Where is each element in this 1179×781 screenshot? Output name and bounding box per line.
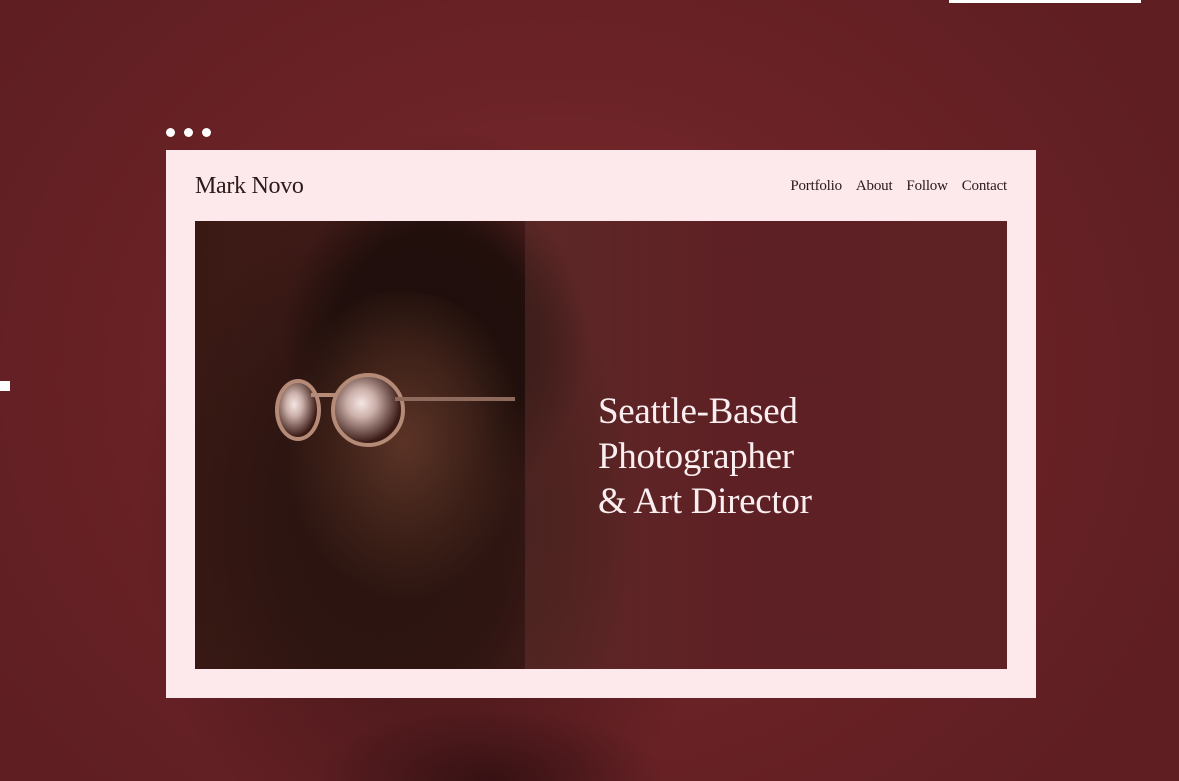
sunglasses-graphic bbox=[275, 369, 515, 447]
left-marker bbox=[0, 381, 10, 391]
window-dot bbox=[166, 128, 175, 137]
top-accent-bar bbox=[949, 0, 1141, 3]
headline-line-1: Seattle-Based bbox=[598, 391, 798, 432]
site-nav: Portfolio About Follow Contact bbox=[790, 178, 1007, 195]
window-dot bbox=[202, 128, 211, 137]
nav-portfolio[interactable]: Portfolio bbox=[790, 178, 842, 195]
nav-follow[interactable]: Follow bbox=[906, 178, 948, 195]
headline-line-3: & Art Director bbox=[598, 481, 812, 522]
hero-headline: Seattle-Based Photographer & Art Directo… bbox=[598, 389, 812, 524]
website-mockup-window: Mark Novo Portfolio About Follow Contact… bbox=[166, 150, 1036, 698]
headline-line-2: Photographer bbox=[598, 436, 794, 477]
window-dot bbox=[184, 128, 193, 137]
background-shoulder-shadow bbox=[280, 690, 700, 781]
hero-image: Seattle-Based Photographer & Art Directo… bbox=[195, 221, 1007, 669]
window-dots bbox=[166, 128, 211, 137]
nav-about[interactable]: About bbox=[856, 178, 893, 195]
site-header: Mark Novo Portfolio About Follow Contact bbox=[195, 168, 1007, 204]
nav-contact[interactable]: Contact bbox=[962, 178, 1007, 195]
site-logo[interactable]: Mark Novo bbox=[195, 173, 304, 200]
